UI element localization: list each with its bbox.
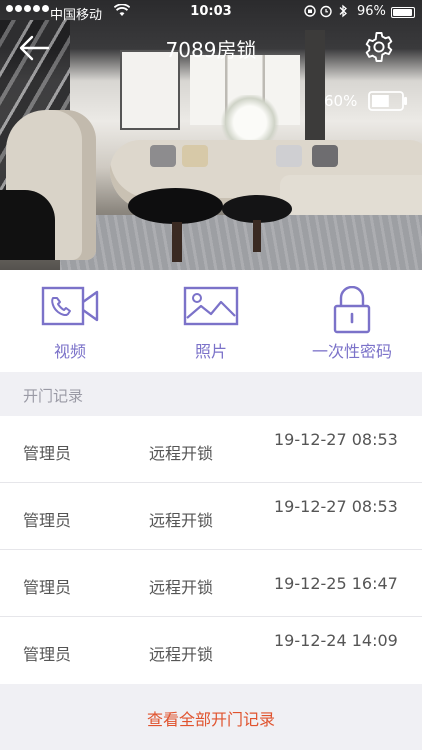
view-all-records-button[interactable]: 查看全部开门记录 [0, 684, 422, 750]
video-label: 视频 [53, 342, 86, 361]
page-title: 7089房锁 [165, 38, 257, 62]
record-user: 管理员 [23, 444, 72, 463]
record-time: 19-12-27 08:53 [274, 497, 398, 516]
records-section-header: 开门记录 [0, 372, 422, 416]
record-time: 19-12-24 14:09 [274, 631, 398, 650]
rotation-lock-icon [304, 5, 316, 17]
lock-battery-icon [368, 91, 408, 111]
settings-button[interactable] [362, 30, 396, 64]
photo-icon [183, 286, 239, 330]
battery-percent: 96% [357, 4, 386, 19]
record-user: 管理员 [23, 645, 72, 664]
record-method: 远程开锁 [149, 645, 214, 664]
list-item[interactable]: 管理员 远程开锁 19-12-27 08:53 [0, 416, 422, 483]
photo-button[interactable]: 照片 [141, 270, 281, 372]
battery-icon [391, 7, 415, 18]
photo-label: 照片 [194, 342, 227, 361]
bluetooth-icon [339, 4, 347, 18]
one-time-password-label: 一次性密码 [311, 342, 392, 361]
video-button[interactable]: 视频 [0, 270, 140, 372]
alarm-icon [320, 5, 332, 18]
unlock-records-list: 管理员 远程开锁 19-12-27 08:53 管理员 远程开锁 19-12-2… [0, 416, 422, 684]
one-time-password-button[interactable]: 一次性密码 [282, 270, 422, 372]
records-section-title: 开门记录 [23, 387, 84, 405]
list-item[interactable]: 管理员 远程开锁 19-12-25 16:47 [0, 550, 422, 617]
record-method: 远程开锁 [149, 511, 214, 530]
record-time: 19-12-25 16:47 [274, 574, 398, 593]
view-all-records-label: 查看全部开门记录 [146, 710, 275, 729]
padlock-icon [332, 285, 372, 338]
action-bar: 视频 照片 一次性密码 [0, 270, 422, 372]
status-bar: 中国移动 10:03 96% [0, 0, 422, 24]
record-method: 远程开锁 [149, 444, 214, 463]
lock-battery-label: 60% [324, 92, 358, 110]
gear-icon [365, 32, 393, 62]
list-item[interactable]: 管理员 远程开锁 19-12-24 14:09 [0, 617, 422, 684]
record-user: 管理员 [23, 511, 72, 530]
record-time: 19-12-27 08:53 [274, 430, 398, 449]
record-method: 远程开锁 [149, 578, 214, 597]
record-user: 管理员 [23, 578, 72, 597]
video-camera-icon [41, 286, 99, 330]
list-item[interactable]: 管理员 远程开锁 19-12-27 08:53 [0, 483, 422, 550]
